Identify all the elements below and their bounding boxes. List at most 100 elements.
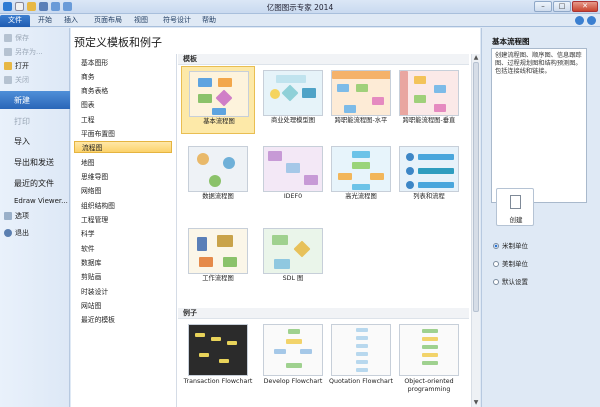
template-caption: 跨职能流程图-垂直 (402, 117, 456, 124)
template-card[interactable]: 数据流程图 (181, 142, 255, 210)
template-thumbnail (263, 70, 323, 116)
tab-file[interactable]: 文件 (0, 15, 30, 27)
tab-view[interactable]: 视图 (130, 15, 152, 27)
category-item[interactable]: 商务表格 (74, 85, 172, 97)
category-item[interactable]: 图表 (74, 99, 172, 111)
category-item[interactable]: 剪贴画 (74, 271, 172, 283)
category-item[interactable]: 软件 (74, 243, 172, 255)
unit-default-radio[interactable]: 默认设置 (493, 276, 528, 286)
template-caption: SDL 图 (282, 275, 304, 282)
new-document-icon (510, 195, 521, 209)
example-card[interactable]: Develop Flowchart (256, 322, 330, 407)
template-card[interactable]: SDL 图 (256, 224, 330, 292)
template-card[interactable]: 高光流程图 (324, 142, 398, 210)
template-caption: 商业处理模型图 (270, 117, 316, 124)
category-item[interactable]: 基本图形 (74, 57, 172, 69)
scrollbar-thumb[interactable] (473, 62, 479, 312)
example-caption: Quotation Flowchart (329, 378, 393, 385)
nav-options[interactable]: 选项 (0, 210, 70, 222)
nav-open[interactable]: 打开 (0, 60, 70, 72)
tab-help[interactable]: 帮助 (198, 15, 220, 27)
details-title: 基本流程图 (492, 37, 530, 46)
category-item-selected[interactable]: 流程图 (74, 141, 172, 153)
template-thumbnail (188, 146, 248, 192)
minimize-button[interactable]: – (534, 1, 552, 12)
unit-us-radio[interactable]: 美制单位 (493, 258, 528, 268)
nav-export-send[interactable]: 导出和发送 (0, 156, 70, 170)
nav-new[interactable]: 新建 (0, 91, 70, 109)
scroll-up-icon[interactable]: ▲ (472, 54, 480, 62)
details-panel: 基本流程图 创建流程图、顺序图、信息跟踪图、过程规划图和结构预测图。包括连接线和… (481, 28, 600, 407)
category-item[interactable]: 组织结构图 (74, 200, 172, 212)
unit-metric-radio[interactable]: 米制单位 (493, 240, 528, 250)
nav-print[interactable]: 打印 (0, 115, 70, 129)
create-button[interactable]: 创建 (496, 188, 534, 226)
save-as-icon (4, 48, 12, 56)
template-card[interactable]: 列表和流程 (392, 142, 466, 210)
category-item[interactable]: 工程管理 (74, 214, 172, 226)
category-item[interactable]: 数据库 (74, 257, 172, 269)
tab-page-layout[interactable]: 页面布局 (88, 15, 128, 27)
category-item[interactable]: 网站图 (74, 300, 172, 312)
category-item[interactable]: 最近的模板 (74, 314, 172, 326)
category-list: 基本图形 商务 商务表格 图表 工程 平面布置图 流程图 地图 思维导图 网络图… (74, 54, 174, 407)
template-caption: 跨职能流程图-水平 (334, 117, 388, 124)
template-gallery: 模板 基本流程图 商业处理模型图 跨职能流程图-水平 跨职能流程图-垂直 数据流… (178, 54, 480, 407)
category-item[interactable]: 工程 (74, 114, 172, 126)
nav-edraw-viewer[interactable]: Edraw Viewer... (0, 196, 70, 208)
close-doc-icon (4, 76, 12, 84)
template-description: 创建流程图、顺序图、信息跟踪图、过程规划图和结构预测图。包括连接线和链接。 (491, 48, 587, 203)
category-item[interactable]: 思维导图 (74, 171, 172, 183)
template-card[interactable]: 工作流程图 (181, 224, 255, 292)
template-thumbnail (188, 228, 248, 274)
category-item[interactable]: 网络图 (74, 185, 172, 197)
save-icon (4, 34, 12, 42)
exit-icon (4, 229, 12, 237)
nav-recent-files[interactable]: 最近的文件 (0, 177, 70, 191)
maximize-button[interactable]: □ (553, 1, 571, 12)
open-folder-icon (4, 62, 12, 70)
radio-icon (493, 279, 499, 285)
template-thumbnail (263, 146, 323, 192)
tab-home[interactable]: 开始 (34, 15, 56, 27)
gallery-scrollbar[interactable]: ▲ ▼ (471, 54, 480, 407)
example-card[interactable]: Quotation Flowchart (324, 322, 398, 407)
category-item[interactable]: 平面布置图 (74, 128, 172, 140)
template-card[interactable]: IDEF0 (256, 142, 330, 210)
radio-selected-icon (493, 243, 499, 249)
template-thumbnail (331, 70, 391, 116)
nav-exit[interactable]: 退出 (0, 227, 70, 239)
nav-save-as[interactable]: 另存为... (0, 46, 70, 58)
nav-import[interactable]: 导入 (0, 135, 70, 149)
help-icon[interactable] (587, 16, 596, 25)
tab-insert[interactable]: 插入 (60, 15, 82, 27)
template-caption: 列表和流程 (413, 193, 445, 200)
options-icon[interactable] (575, 16, 584, 25)
category-item[interactable]: 科学 (74, 228, 172, 240)
panel-divider (176, 54, 177, 407)
template-caption: 工作流程图 (202, 275, 234, 282)
nav-close[interactable]: 关闭 (0, 74, 70, 86)
template-caption: 基本流程图 (203, 118, 235, 125)
window-controls: – □ ✕ (534, 1, 598, 12)
title-bar: 亿图图示专家 2014 – □ ✕ (0, 0, 600, 14)
example-thumbnail (263, 324, 323, 376)
example-thumbnail (399, 324, 459, 376)
main-panel: 预定义模板和例子 基本图形 商务 商务表格 图表 工程 平面布置图 流程图 地图… (71, 28, 480, 407)
template-card[interactable]: 跨职能流程图-垂直 (392, 66, 466, 134)
category-item[interactable]: 商务 (74, 71, 172, 83)
scroll-down-icon[interactable]: ▼ (472, 399, 480, 407)
template-card-selected[interactable]: 基本流程图 (181, 66, 255, 134)
category-item[interactable]: 地图 (74, 157, 172, 169)
example-caption: Object-oriented programming (404, 378, 454, 393)
example-card[interactable]: Object-oriented programming (392, 322, 466, 407)
category-item[interactable]: 时装设计 (74, 286, 172, 298)
tab-symbol-design[interactable]: 符号设计 (157, 15, 197, 27)
template-card[interactable]: 跨职能流程图-水平 (324, 66, 398, 134)
template-caption: 高光流程图 (345, 193, 377, 200)
close-button[interactable]: ✕ (572, 1, 598, 12)
nav-save[interactable]: 保存 (0, 32, 70, 44)
section-templates: 模板 (178, 54, 469, 65)
template-card[interactable]: 商业处理模型图 (256, 66, 330, 134)
example-card[interactable]: Transaction Flowchart (181, 322, 255, 407)
